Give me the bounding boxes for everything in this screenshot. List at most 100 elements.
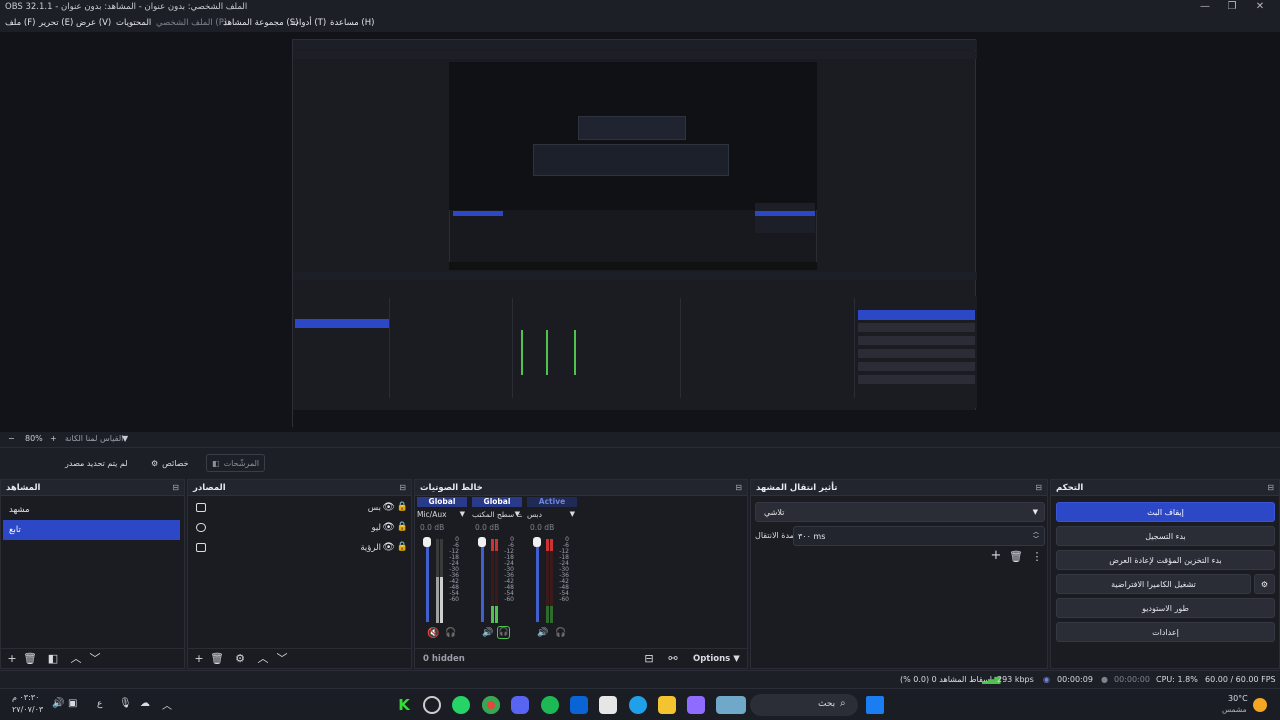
zoom-in-button[interactable]: + [50,434,57,443]
filter-icon[interactable]: ◧ [46,653,60,665]
eye-icon[interactable]: 👁 [382,542,395,553]
volume-fader[interactable] [481,540,484,622]
kick-app-icon[interactable]: K [395,696,413,714]
dock-menu-icon[interactable]: ⊟ [172,483,179,492]
start-recording-button[interactable]: بدء التسجيل [1056,526,1275,546]
eye-icon[interactable]: 👁 [382,522,395,533]
search-highlight-icon[interactable] [716,696,746,714]
lock-icon[interactable]: 🔒 [397,522,408,532]
add-icon[interactable]: + [192,653,206,665]
chrome-icon[interactable] [482,696,500,714]
store-icon[interactable] [599,696,617,714]
weather-temp[interactable]: 30°C [1228,694,1248,703]
dock-menu-icon[interactable]: ⊟ [1035,483,1042,492]
layout-icon[interactable]: ⊟ [642,653,656,665]
lock-icon[interactable]: 🔒 [397,542,408,552]
move-down-icon[interactable]: ﹀ [88,653,102,665]
mail-icon[interactable] [570,696,588,714]
mic-icon[interactable]: 🎙 [119,698,132,709]
options-button[interactable]: Options ▼ [693,654,740,664]
network-icon[interactable]: ▣ [68,698,77,709]
source-item[interactable]: ليو 👁 🔒 [188,519,411,539]
filters-button[interactable]: ◧ المرشّحات [206,454,266,472]
chevron-down-icon[interactable]: ▼ [515,510,520,518]
virtual-camera-button[interactable]: تشغيل الكاميرا الافتراضية [1056,574,1251,594]
menu-file[interactable]: ملف (F) [5,18,35,28]
zoom-dropdown-icon[interactable]: ▼ [122,434,128,443]
trash-icon[interactable]: 🗑 [210,653,224,665]
close-button[interactable]: ✕ [1253,1,1267,12]
obs-app-icon[interactable] [423,696,441,714]
menu-tools[interactable]: أدوات (T) [291,18,326,28]
spotify-icon[interactable] [541,696,559,714]
minimize-button[interactable]: — [1198,1,1212,12]
headphones-icon[interactable]: 🎧 [445,628,456,638]
volume-fader[interactable] [536,540,539,622]
move-up-icon[interactable]: ︿ [69,653,83,665]
studio-mode-button[interactable]: طور الاستوديو [1056,598,1275,618]
fps: 60.00 / 60.00 FPS [1205,675,1276,684]
duration-input[interactable]: ٣٠٠ ms ︿ ﹀ [793,526,1045,546]
clock-time[interactable]: ٠٣:٣٠ م [12,693,39,702]
add-icon[interactable]: + [989,549,1003,562]
cloud-icon[interactable]: ☁ [140,698,150,709]
headphones-icon[interactable]: 🎧 [555,628,566,638]
maximize-button[interactable]: ❐ [1225,1,1239,12]
muted-speaker-icon[interactable]: 🔇 [427,628,439,639]
tray-chevron-icon[interactable]: ︿ [162,697,172,712]
discord-icon[interactable] [511,696,529,714]
speaker-icon[interactable]: 🔊 [537,628,548,638]
settings-button[interactable]: إعدادات [1056,622,1275,642]
more-options-icon[interactable]: ⋮ [1030,551,1044,563]
scene-item-selected[interactable]: تابع [3,520,180,540]
clock-date[interactable]: ٢٧/٠٧/٠٣ [12,705,43,714]
fader-knob[interactable] [478,537,486,547]
audio-mixer-dock: خالط الصوتيات ⊟ Global Mic/Aux ▼ 0.0 dB … [414,479,748,669]
menu-scene-collection[interactable]: مجموعة المشاهد (S) [223,18,298,28]
trash-icon[interactable]: 🗑 [1009,551,1023,563]
language-indicator[interactable]: ع [97,699,102,709]
stop-streaming-button[interactable]: إيقاف البث [1056,502,1275,522]
transition-select[interactable]: تلاشي ▼ [755,502,1045,522]
properties-button[interactable]: ⚙ خصائص [146,454,194,472]
add-icon[interactable]: + [5,653,19,665]
lock-icon[interactable]: 🔒 [397,502,408,512]
menu-edit[interactable]: تحرير (E) [39,18,73,28]
replay-buffer-button[interactable]: بدء التخزين المؤقت لإعادة العرض [1056,550,1275,570]
move-down-icon[interactable]: ﹀ [275,653,289,665]
gear-icon[interactable]: ⚙ [233,653,247,665]
edge-icon[interactable] [629,696,647,714]
headphones-icon[interactable]: 🎧 [497,626,510,639]
speaker-icon[interactable]: 🔊 [482,628,493,638]
trash-icon[interactable]: 🗑 [23,653,37,665]
menu-docks[interactable]: المحتويات [116,18,151,28]
search-box[interactable]: بحث ⌕ [750,694,858,716]
move-up-icon[interactable]: ︿ [256,653,270,665]
zoom-out-button[interactable]: − [8,434,15,443]
fader-knob[interactable] [423,537,431,547]
scene-item[interactable]: مشهد [3,500,180,520]
start-menu-icon[interactable] [866,696,884,714]
dock-menu-icon[interactable]: ⊟ [735,483,742,492]
copilot-icon[interactable] [687,696,705,714]
link-icon[interactable]: ⚯ [666,653,680,665]
chevron-down-icon[interactable]: ▼ [460,510,465,518]
menu-help[interactable]: مساعدة (H) [330,18,374,28]
source-item[interactable]: الرؤية 👁 🔒 [188,539,411,559]
whatsapp-icon[interactable] [452,696,470,714]
zoom-fit-label[interactable]: القياس لمنا الكانة [65,434,123,443]
source-item[interactable]: بس 👁 🔒 [188,499,411,519]
weather-label[interactable]: مشمس [1222,705,1247,714]
speaker-icon[interactable]: 🔊 [52,698,64,709]
fader-knob[interactable] [533,537,541,547]
dock-menu-icon[interactable]: ⊟ [399,483,406,492]
menu-profile[interactable]: الملف الشخصي (P) [156,18,227,28]
menu-view[interactable]: عرض (V) [76,18,111,28]
virtual-camera-settings[interactable]: ⚙ [1254,574,1275,594]
eye-icon[interactable]: 👁 [382,502,395,513]
hidden-count[interactable]: 0 hidden [423,654,465,664]
chevron-down-icon[interactable]: ▼ [570,510,575,518]
dock-menu-icon[interactable]: ⊟ [1267,483,1274,492]
folder-icon[interactable] [658,696,676,714]
volume-fader[interactable] [426,540,429,622]
